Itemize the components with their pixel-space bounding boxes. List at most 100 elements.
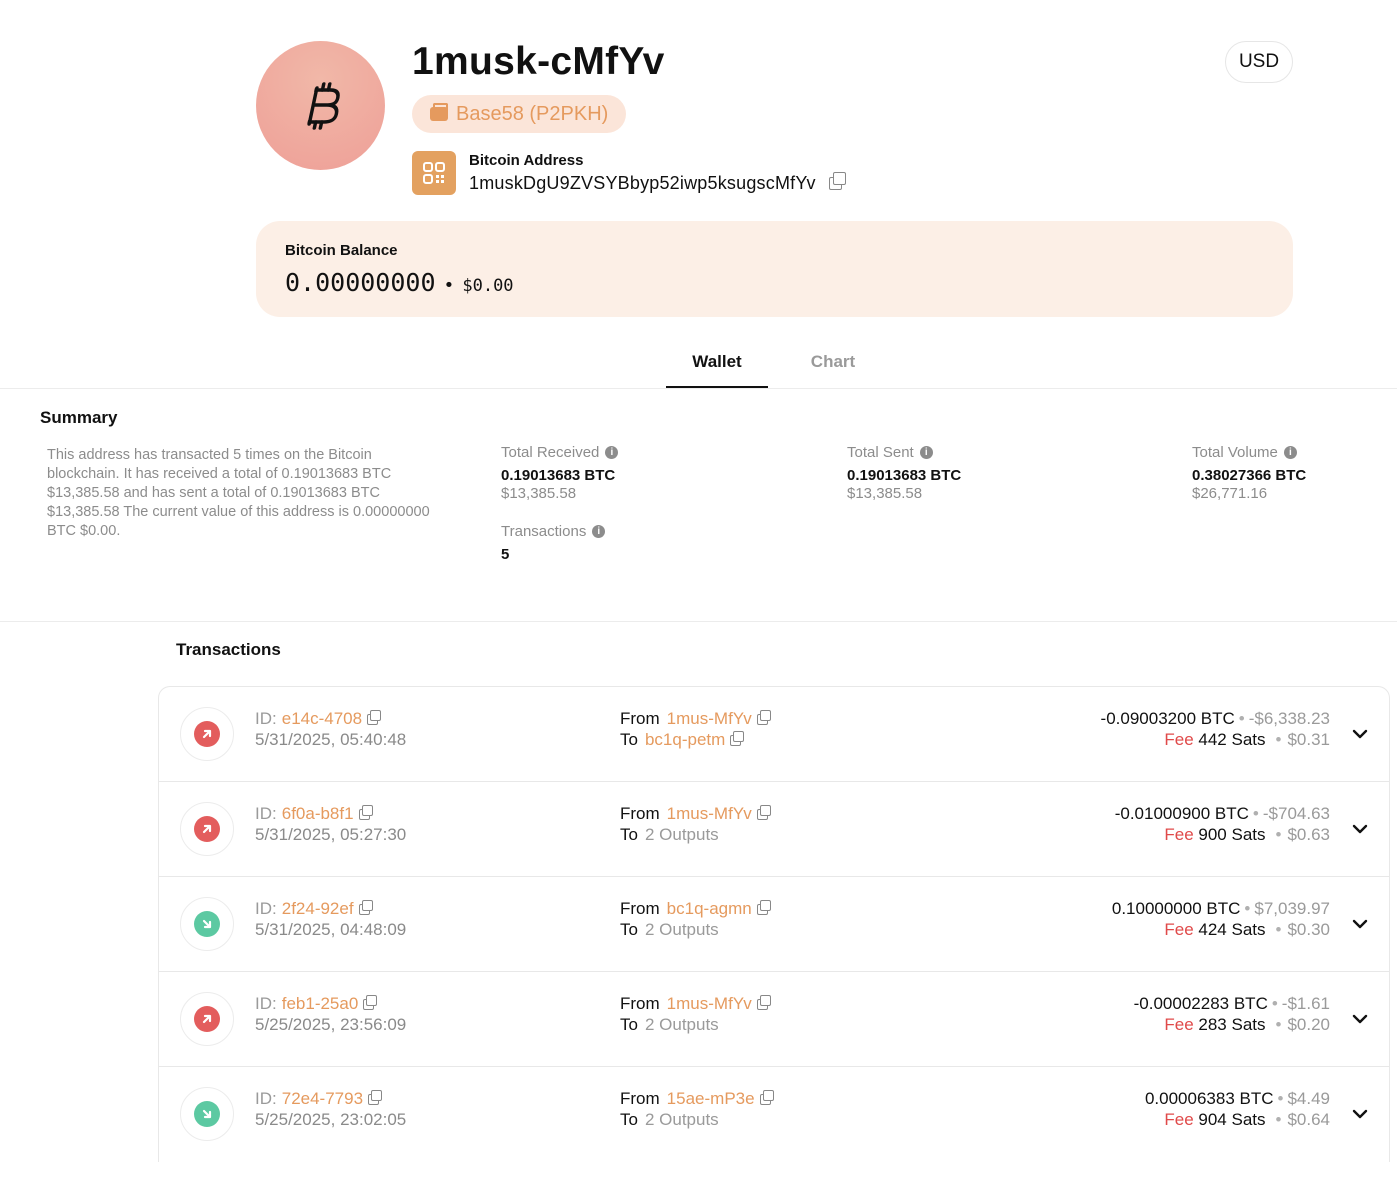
tx-to-row: To 2 Outputs xyxy=(620,825,719,845)
tx-id-link[interactable]: 6f0a-b8f1 xyxy=(282,804,354,824)
copy-icon[interactable] xyxy=(756,709,771,725)
chevron-down-icon[interactable] xyxy=(1351,725,1369,743)
summary-text: This address has transacted 5 times on t… xyxy=(47,447,430,539)
copy-icon[interactable] xyxy=(828,172,846,190)
copy-icon[interactable] xyxy=(756,804,771,820)
page-title: 1musk-cMfYv xyxy=(412,40,665,83)
summary-title: Summary xyxy=(40,408,118,427)
tx-fee-sats: 900 Sats xyxy=(1198,825,1266,844)
tx-fee-separator: • xyxy=(1275,920,1282,939)
info-icon[interactable]: i xyxy=(605,446,619,459)
tx-fee-label: Fee xyxy=(1164,1110,1194,1129)
address-value-row: 1muskDgU9ZVSYBbyp52iwp5ksugscMfYv xyxy=(469,172,846,194)
outgoing-indicator xyxy=(180,992,234,1046)
tx-to-label: To xyxy=(620,825,638,844)
tx-from-address-link[interactable]: 1mus-MfYv xyxy=(667,709,752,729)
copy-icon[interactable] xyxy=(756,994,771,1010)
tx-to-value: 2 Outputs xyxy=(644,920,719,939)
tx-fee: Fee 900 Sats • $0.63 xyxy=(1164,825,1330,845)
tx-fee-sats: 904 Sats xyxy=(1198,1110,1266,1129)
tx-from-address-link[interactable]: 1mus-MfYv xyxy=(667,994,752,1014)
outgoing-indicator xyxy=(180,707,234,761)
copy-icon[interactable] xyxy=(730,730,745,746)
transaction-row[interactable]: ID: 6f0a-b8f1 5/31/2025, 05:27:30 From 1… xyxy=(159,782,1389,877)
info-icon[interactable]: i xyxy=(592,525,606,538)
bitcoin-avatar xyxy=(256,41,385,170)
transaction-row[interactable]: ID: 2f24-92ef 5/31/2025, 04:48:09 From b… xyxy=(159,877,1389,972)
tx-id-row: ID: 2f24-92ef xyxy=(255,899,373,919)
tx-from-row: From 1mus-MfYv xyxy=(620,994,771,1014)
total-volume-usd: $26,771.16 xyxy=(1192,485,1268,502)
balance-usd: $0.00 xyxy=(462,276,514,296)
tx-from-address-link[interactable]: 15ae-mP3e xyxy=(667,1089,755,1109)
tx-amount-usd: $7,039.97 xyxy=(1254,899,1330,918)
transactions-stat: Transactions i 5 xyxy=(501,523,606,563)
tx-from-address-link[interactable]: bc1q-agmn xyxy=(667,899,752,919)
currency-selector-button[interactable]: USD xyxy=(1225,41,1293,83)
tx-amount-separator: • xyxy=(1271,994,1278,1013)
tx-amount: -0.01000900 BTC • -$704.63 xyxy=(1115,804,1330,824)
arrow-down-right-icon xyxy=(202,1109,212,1119)
copy-icon[interactable] xyxy=(368,1089,383,1105)
tx-to-row: To 2 Outputs xyxy=(620,1015,719,1035)
transactions-list: ID: e14c-4708 5/31/2025, 05:40:48 From 1… xyxy=(158,686,1390,1162)
tx-fee-usd: $0.31 xyxy=(1287,730,1330,749)
tx-from-label: From xyxy=(620,804,660,823)
tx-from-row: From bc1q-agmn xyxy=(620,899,771,919)
tx-from-address-link[interactable]: 1mus-MfYv xyxy=(667,804,752,824)
tx-to-value: 2 Outputs xyxy=(644,1110,719,1129)
tx-id-link[interactable]: 2f24-92ef xyxy=(282,899,354,919)
tx-amount: -0.00002283 BTC • -$1.61 xyxy=(1134,994,1330,1014)
copy-icon[interactable] xyxy=(363,994,378,1010)
transactions-count: 5 xyxy=(501,546,510,563)
tx-id-link[interactable]: e14c-4708 xyxy=(282,709,362,729)
tx-amount: -0.09003200 BTC • -$6,338.23 xyxy=(1101,709,1330,729)
transaction-row[interactable]: ID: feb1-25a0 5/25/2025, 23:56:09 From 1… xyxy=(159,972,1389,1067)
transaction-row[interactable]: ID: e14c-4708 5/31/2025, 05:40:48 From 1… xyxy=(159,687,1389,782)
chevron-down-icon[interactable] xyxy=(1351,915,1369,933)
total-sent-label: Total Sent xyxy=(847,444,914,461)
tx-to-label: To xyxy=(620,920,638,939)
tx-timestamp: 5/25/2025, 23:56:09 xyxy=(255,1015,407,1034)
tx-fee-separator: • xyxy=(1275,1110,1282,1129)
total-sent-usd: $13,385.58 xyxy=(847,485,923,502)
chevron-down-icon[interactable] xyxy=(1351,1105,1369,1123)
tx-fee-sats: 424 Sats xyxy=(1198,920,1266,939)
tx-to-label: To xyxy=(620,1110,638,1129)
copy-icon[interactable] xyxy=(367,709,382,725)
tx-from-row: From 1mus-MfYv xyxy=(620,804,771,824)
tx-id-label: ID: xyxy=(255,709,277,728)
chevron-down-icon[interactable] xyxy=(1351,820,1369,838)
arrow-down-right-icon xyxy=(202,919,212,929)
info-icon[interactable]: i xyxy=(919,446,933,459)
tx-to-address-link[interactable]: bc1q-petm xyxy=(645,730,725,750)
tab-chart[interactable]: Chart xyxy=(790,352,876,372)
tx-fee-separator: • xyxy=(1275,730,1282,749)
tab-wallet[interactable]: Wallet xyxy=(666,352,768,372)
tx-id-link[interactable]: 72e4-7793 xyxy=(282,1089,363,1109)
tx-amount-usd: $4.49 xyxy=(1287,1089,1330,1108)
transactions-count-label: Transactions xyxy=(501,523,587,540)
tx-id-link[interactable]: feb1-25a0 xyxy=(282,994,359,1014)
tx-to-row: To 2 Outputs xyxy=(620,920,719,940)
arrow-up-right-icon xyxy=(202,1014,212,1024)
balance-separator: • xyxy=(443,275,455,296)
copy-icon[interactable] xyxy=(358,899,373,915)
info-icon[interactable]: i xyxy=(1283,446,1297,459)
total-volume-btc: 0.38027366 BTC xyxy=(1192,467,1307,484)
tx-to-label: To xyxy=(620,1015,638,1034)
transaction-row[interactable]: ID: 72e4-7793 5/25/2025, 23:02:05 From 1… xyxy=(159,1067,1389,1162)
tx-id-row: ID: 72e4-7793 xyxy=(255,1089,383,1109)
address-type-badge: Base58 (P2PKH) xyxy=(412,95,627,133)
wallet-icon xyxy=(430,103,448,121)
chevron-down-icon[interactable] xyxy=(1351,1010,1369,1028)
copy-icon[interactable] xyxy=(759,1089,774,1105)
tx-amount: 0.00006383 BTC • $4.49 xyxy=(1145,1089,1330,1109)
tx-from-row: From 15ae-mP3e xyxy=(620,1089,774,1109)
tx-fee-label: Fee xyxy=(1164,730,1194,749)
outgoing-indicator xyxy=(180,802,234,856)
copy-icon[interactable] xyxy=(358,804,373,820)
copy-icon[interactable] xyxy=(756,899,771,915)
qr-code-icon[interactable] xyxy=(412,151,456,195)
tx-to-value: 2 Outputs xyxy=(644,825,719,844)
